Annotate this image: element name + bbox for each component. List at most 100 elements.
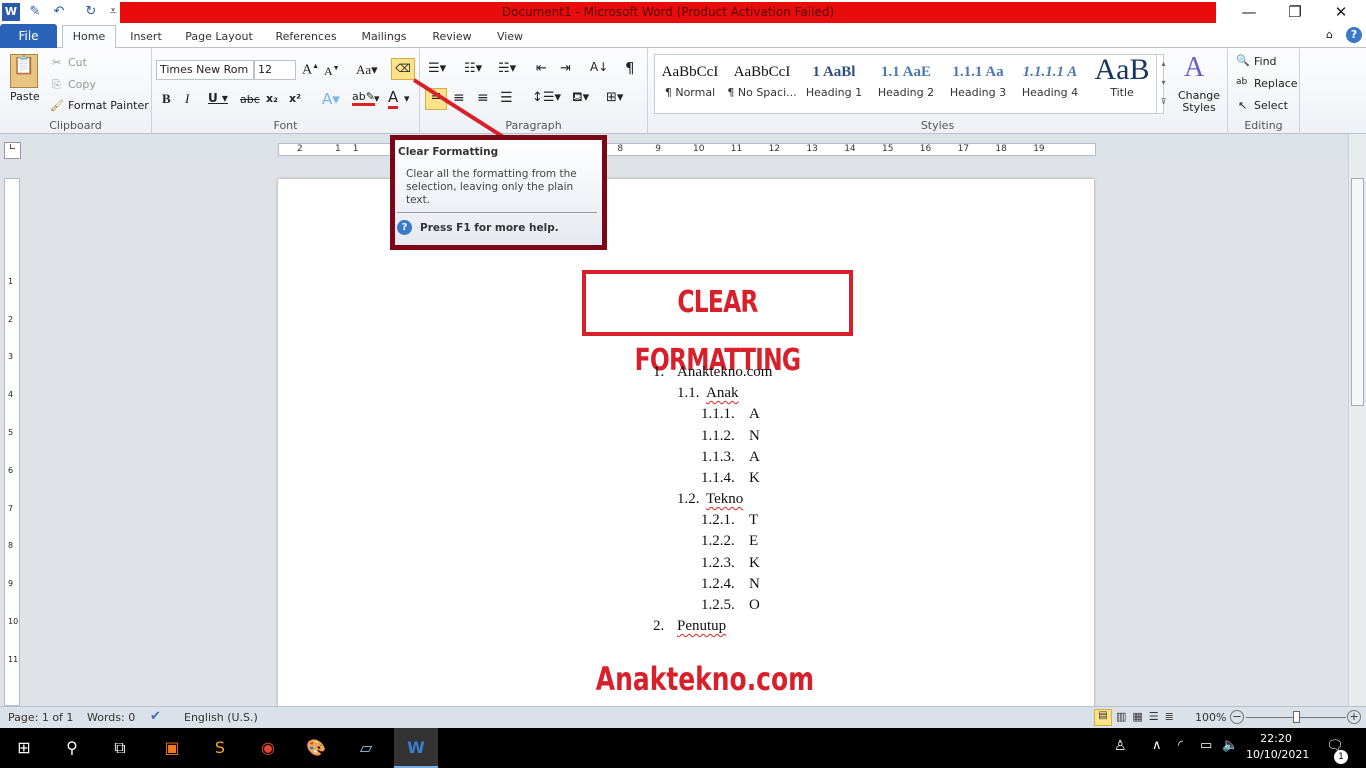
clear-formatting-icon[interactable]: ⌫ [391, 58, 415, 80]
justify-icon[interactable]: ☰ [500, 90, 513, 106]
list-item-text[interactable]: A [749, 449, 760, 466]
list-item-text[interactable]: N [749, 576, 760, 593]
proofing-icon[interactable]: ✔ [150, 709, 161, 724]
scrollbar-thumb[interactable] [1351, 178, 1364, 406]
sublime-icon[interactable]: S [198, 728, 242, 768]
zoom-slider-thumb[interactable] [1293, 711, 1300, 723]
zoom-level[interactable]: 100% [1195, 711, 1226, 724]
undo-icon[interactable]: ↶ [50, 3, 68, 21]
align-left-icon[interactable]: ≡ [425, 88, 447, 110]
list-item-text[interactable]: Anak [706, 385, 739, 402]
page-count[interactable]: Page: 1 of 1 [8, 711, 73, 724]
notepad-icon[interactable]: ▱ [344, 728, 388, 768]
change-styles-button[interactable]: Change Styles [1176, 90, 1222, 114]
list-item-text[interactable]: O [749, 597, 760, 614]
highlight-icon[interactable]: ab✎ [352, 90, 375, 106]
tab-insert[interactable]: Insert [124, 24, 168, 48]
find-button[interactable]: Find [1254, 55, 1277, 68]
word-count[interactable]: Words: 0 [87, 711, 135, 724]
style-heading-4[interactable]: 1.1.1.1 A Heading 4 [1014, 56, 1086, 114]
zoom-out-button[interactable]: − [1230, 710, 1244, 724]
style-title[interactable]: AaB Title [1086, 56, 1158, 114]
word-icon[interactable]: W [394, 728, 438, 768]
document-page[interactable] [278, 179, 1094, 719]
tab-page-layout[interactable]: Page Layout [180, 24, 258, 48]
tab-references[interactable]: References [270, 24, 342, 48]
list-item-text[interactable]: E [749, 533, 758, 550]
minimize-button[interactable]: — [1226, 0, 1272, 24]
show-formatting-icon[interactable]: ¶ [625, 59, 635, 77]
language[interactable]: English (U.S.) [184, 711, 258, 724]
redo-icon[interactable]: ↻ [82, 3, 100, 21]
copy-button[interactable]: Copy [68, 78, 96, 91]
list-item-text[interactable]: N [749, 428, 760, 445]
zoom-in-button[interactable]: + [1347, 710, 1361, 724]
style-heading-2[interactable]: 1.1 AaE Heading 2 [870, 56, 942, 114]
vertical-ruler[interactable]: 1 2 3 4 5 6 7 8 9 10 11 [4, 178, 20, 706]
people-icon[interactable]: ♙ [1114, 738, 1127, 754]
list-item-text[interactable]: T [749, 512, 758, 529]
font-color-dropdown-icon[interactable]: ▾ [404, 92, 410, 105]
help-icon[interactable]: ? [1346, 27, 1362, 43]
clock-time[interactable]: 22:20 [1250, 732, 1302, 745]
tab-view[interactable]: View [490, 24, 530, 48]
align-right-icon[interactable]: ≡ [477, 90, 489, 106]
tab-review[interactable]: Review [426, 24, 478, 48]
style-heading-3[interactable]: 1.1.1 Aa Heading 3 [942, 56, 1014, 114]
subscript-button[interactable]: x₂ [266, 92, 278, 105]
print-layout-icon[interactable]: ▤ [1094, 709, 1112, 726]
styles-scroll[interactable]: ▴ ▾ ⊽ [1156, 54, 1170, 114]
search-icon[interactable]: ⚲ [50, 728, 94, 768]
font-name-select[interactable]: Times New Rom [156, 60, 254, 80]
paste-button[interactable]: Paste [10, 90, 40, 103]
clock-date[interactable]: 10/10/2021 [1246, 748, 1309, 761]
restore-button[interactable]: ❐ [1272, 0, 1318, 24]
font-color-icon[interactable]: A [388, 88, 399, 109]
view-buttons[interactable]: ▥▦☰≣ [1116, 710, 1180, 723]
list-item-text[interactable]: Anaktekno.com [677, 364, 772, 381]
tab-file[interactable]: File [0, 24, 57, 48]
grow-font-icon[interactable]: A▲ [302, 62, 319, 79]
font-size-select[interactable]: 12 [254, 60, 296, 80]
list-item-text[interactable]: A [749, 406, 760, 423]
list-item-text[interactable]: Tekno [706, 491, 743, 508]
paint-icon[interactable]: 🎨 [294, 728, 338, 768]
strikethrough-button[interactable]: abc [240, 93, 260, 106]
cut-button[interactable]: Cut [68, 56, 87, 69]
style-normal[interactable]: AaBbCcI ¶ Normal [654, 56, 726, 114]
list-item-text[interactable]: K [749, 470, 760, 487]
xampp-icon[interactable]: ▣ [150, 728, 194, 768]
tab-selector[interactable]: ∟ [4, 142, 21, 159]
line-spacing-icon[interactable]: ↕☰▾ [532, 90, 561, 105]
style-no-spaci[interactable]: AaBbCcI ¶ No Spaci... [726, 56, 798, 114]
borders-icon[interactable]: ⊞▾ [606, 90, 623, 105]
superscript-button[interactable]: x² [289, 92, 301, 105]
task-view-icon[interactable]: ⧉ [98, 728, 142, 768]
volume-icon[interactable]: 🔈 [1222, 738, 1238, 753]
replace-button[interactable]: Replace [1254, 77, 1298, 90]
start-icon[interactable]: ⊞ [2, 728, 46, 768]
decrease-indent-icon[interactable]: ⇤ [536, 61, 547, 76]
change-case-button[interactable]: Aa▾ [356, 62, 378, 78]
minimize-ribbon-icon[interactable]: ⌂ [1326, 28, 1333, 41]
bullets-icon[interactable]: ☰▾ [428, 61, 446, 76]
close-button[interactable]: ✕ [1318, 0, 1364, 24]
list-item-text[interactable]: K [749, 555, 760, 572]
numbering-icon[interactable]: ☷▾ [464, 61, 482, 76]
wifi-icon[interactable]: ◜ [1178, 738, 1183, 753]
increase-indent-icon[interactable]: ⇥ [560, 61, 571, 76]
italic-button[interactable]: I [185, 91, 189, 107]
shrink-font-icon[interactable]: A▼ [324, 64, 340, 79]
multilevel-list-icon[interactable]: ☵▾ [498, 61, 516, 76]
bold-button[interactable]: B [162, 91, 171, 107]
shading-icon[interactable]: ⛾▾ [572, 90, 589, 107]
style-heading-1[interactable]: 1 AaBl Heading 1 [798, 56, 870, 114]
battery-icon[interactable]: ▭ [1200, 738, 1212, 753]
tray-chevron-icon[interactable]: ∧ [1152, 738, 1162, 753]
tab-home[interactable]: Home [62, 25, 116, 49]
tab-mailings[interactable]: Mailings [354, 24, 414, 48]
list-item-text[interactable]: Penutup [677, 618, 726, 635]
chrome-icon[interactable]: ◉ [246, 728, 290, 768]
align-center-icon[interactable]: ≡ [453, 90, 465, 106]
save-icon[interactable]: ✎ [26, 3, 44, 21]
